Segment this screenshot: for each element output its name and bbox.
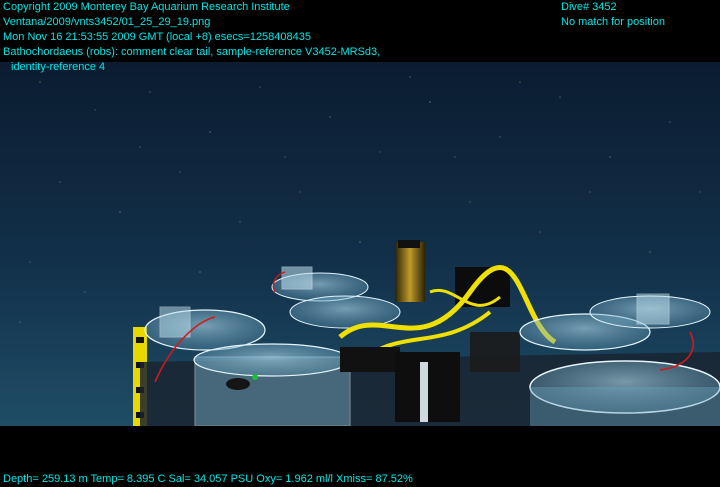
annotation-text: Bathochordaeus (robs): comment clear tai…: [3, 46, 381, 58]
annotation-text-continued: identity-reference 4: [11, 61, 106, 73]
video-frame: Copyright 2009 Monterey Bay Aquarium Res…: [0, 0, 720, 486]
file-path-text: Ventana/2009/vnts3452/01_25_29_19.png: [3, 16, 211, 28]
copyright-text: Copyright 2009 Monterey Bay Aquarium Res…: [3, 1, 290, 13]
underwater-scene: [0, 62, 720, 426]
position-status-text: No match for position: [561, 16, 665, 28]
timestamp-text: Mon Nov 16 21:53:55 2009 GMT (local +8) …: [3, 31, 311, 43]
sensor-readout: Depth= 259.13 m Temp= 8.395 C Sal= 34.05…: [3, 473, 413, 485]
dive-number-text: Dive# 3452: [561, 1, 617, 13]
header-right: Dive# 3452 No match for position: [561, 0, 665, 30]
canister: [395, 242, 425, 302]
header-left: Copyright 2009 Monterey Bay Aquarium Res…: [3, 0, 380, 75]
